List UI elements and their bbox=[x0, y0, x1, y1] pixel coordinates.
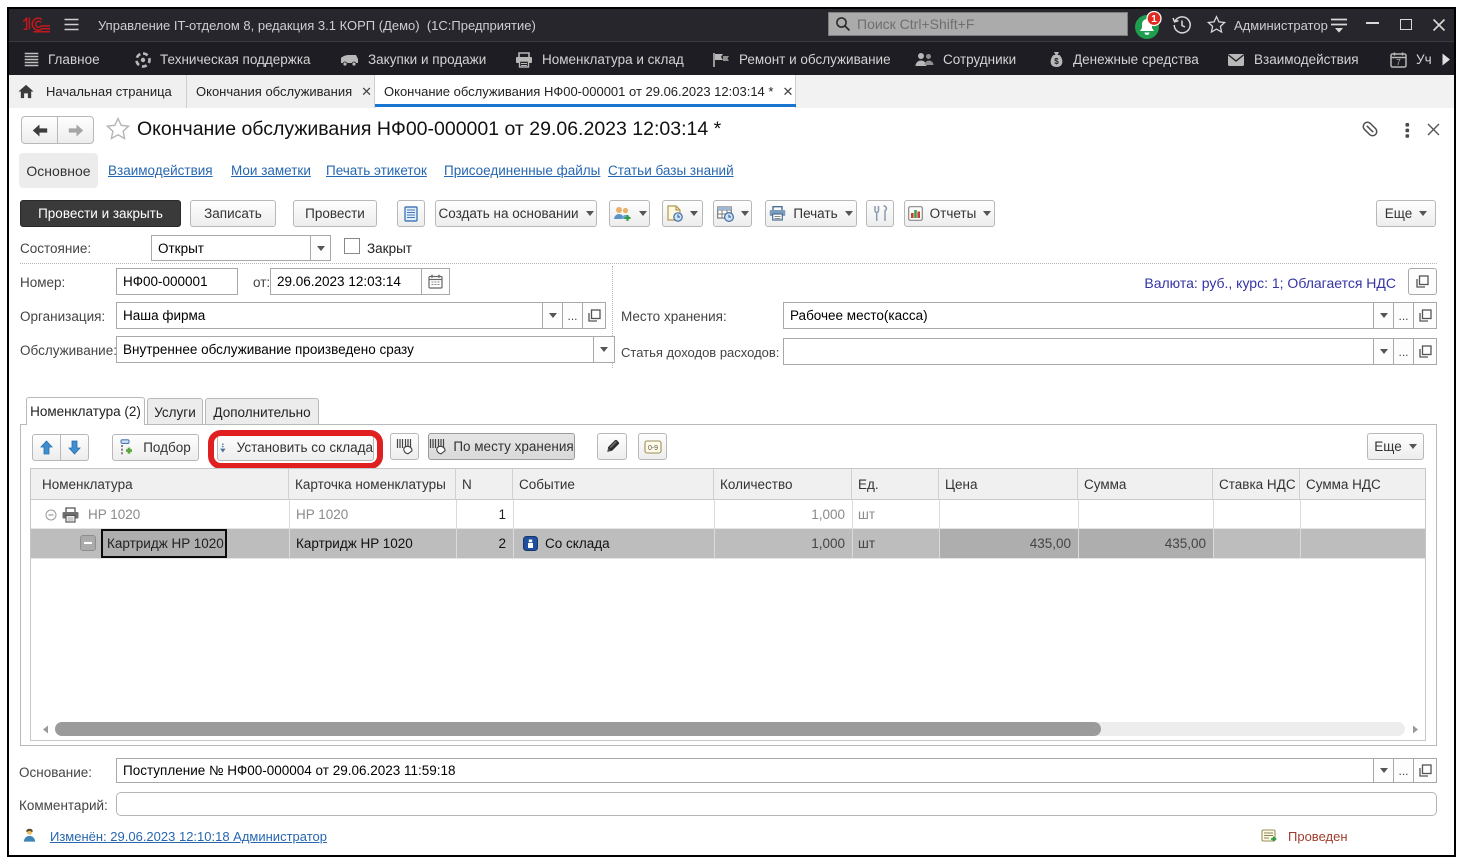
svg-text:0-9: 0-9 bbox=[647, 445, 657, 452]
